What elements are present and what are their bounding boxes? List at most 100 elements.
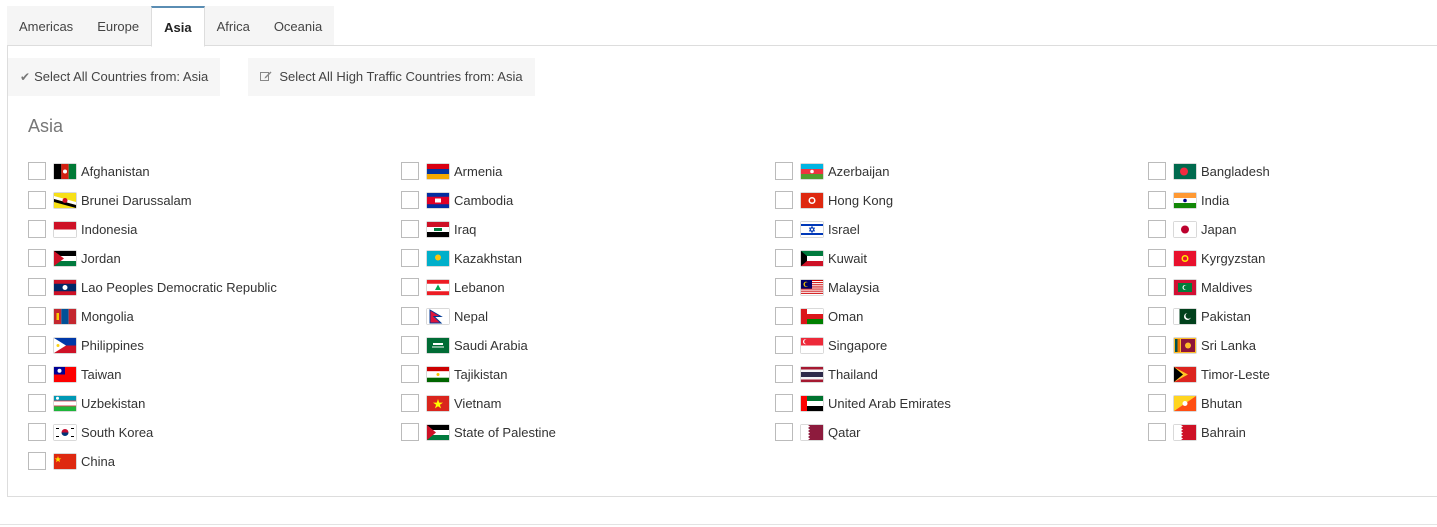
country-option[interactable]: Hong Kong xyxy=(775,190,893,210)
country-label: Saudi Arabia xyxy=(454,337,528,353)
country-checkbox[interactable] xyxy=(28,452,46,470)
country-option[interactable]: Bhutan xyxy=(1148,393,1242,413)
country-option[interactable]: Pakistan xyxy=(1148,306,1251,326)
country-checkbox[interactable] xyxy=(28,220,46,238)
country-checkbox[interactable] xyxy=(401,336,419,354)
footer-divider xyxy=(0,524,1437,525)
country-option[interactable]: Uzbekistan xyxy=(28,393,145,413)
country-option[interactable]: Maldives xyxy=(1148,277,1252,297)
country-option[interactable]: Thailand xyxy=(775,364,878,384)
country-checkbox[interactable] xyxy=(1148,220,1166,238)
country-checkbox[interactable] xyxy=(775,220,793,238)
country-checkbox[interactable] xyxy=(401,249,419,267)
country-checkbox[interactable] xyxy=(1148,336,1166,354)
country-option[interactable]: Vietnam xyxy=(401,393,501,413)
country-checkbox[interactable] xyxy=(775,278,793,296)
country-checkbox[interactable] xyxy=(1148,307,1166,325)
country-option[interactable]: Lebanon xyxy=(401,277,505,297)
country-checkbox[interactable] xyxy=(775,249,793,267)
country-label: Jordan xyxy=(81,250,121,266)
country-checkbox[interactable] xyxy=(1148,394,1166,412)
country-checkbox[interactable] xyxy=(28,336,46,354)
country-checkbox[interactable] xyxy=(775,365,793,383)
country-checkbox[interactable] xyxy=(401,278,419,296)
country-option[interactable]: Cambodia xyxy=(401,190,513,210)
country-checkbox[interactable] xyxy=(401,220,419,238)
country-checkbox[interactable] xyxy=(1148,162,1166,180)
country-option[interactable]: Timor-Leste xyxy=(1148,364,1270,384)
country-checkbox[interactable] xyxy=(28,278,46,296)
country-option[interactable]: Iraq xyxy=(401,219,476,239)
country-checkbox[interactable] xyxy=(401,191,419,209)
country-checkbox[interactable] xyxy=(775,394,793,412)
tab-americas[interactable]: Americas xyxy=(7,6,86,45)
country-checkbox[interactable] xyxy=(28,191,46,209)
select-all-countries-button[interactable]: ✔ Select All Countries from: Asia xyxy=(8,58,221,96)
country-option[interactable]: Indonesia xyxy=(28,219,137,239)
country-option[interactable]: Kyrgyzstan xyxy=(1148,248,1265,268)
country-option[interactable]: Mongolia xyxy=(28,306,134,326)
flag-my-icon xyxy=(801,279,823,295)
country-checkbox[interactable] xyxy=(1148,423,1166,441)
country-option[interactable]: Bangladesh xyxy=(1148,161,1270,181)
country-option[interactable]: Afghanistan xyxy=(28,161,150,181)
country-option[interactable]: Israel xyxy=(775,219,860,239)
country-checkbox[interactable] xyxy=(28,365,46,383)
country-option[interactable]: State of Palestine xyxy=(401,422,556,442)
country-label: Afghanistan xyxy=(81,163,150,179)
country-option[interactable]: United Arab Emirates xyxy=(775,393,951,413)
country-option[interactable]: Singapore xyxy=(775,335,887,355)
country-option[interactable]: Brunei Darussalam xyxy=(28,190,192,210)
country-checkbox[interactable] xyxy=(28,423,46,441)
country-checkbox[interactable] xyxy=(775,423,793,441)
tab-africa[interactable]: Africa xyxy=(204,6,262,45)
country-checkbox[interactable] xyxy=(28,162,46,180)
country-checkbox[interactable] xyxy=(401,307,419,325)
flag-ae-icon xyxy=(801,395,823,411)
country-option[interactable]: Jordan xyxy=(28,248,121,268)
country-checkbox[interactable] xyxy=(28,249,46,267)
country-checkbox[interactable] xyxy=(401,423,419,441)
country-checkbox[interactable] xyxy=(1148,249,1166,267)
country-checkbox[interactable] xyxy=(401,162,419,180)
country-checkbox[interactable] xyxy=(775,162,793,180)
country-option[interactable]: Bahrain xyxy=(1148,422,1246,442)
country-option[interactable]: Armenia xyxy=(401,161,502,181)
country-option[interactable]: Tajikistan xyxy=(401,364,507,384)
country-option[interactable]: Lao Peoples Democratic Republic xyxy=(28,277,277,297)
country-option[interactable]: India xyxy=(1148,190,1229,210)
country-option[interactable]: China xyxy=(28,451,115,471)
country-checkbox[interactable] xyxy=(401,394,419,412)
country-label: Hong Kong xyxy=(828,192,894,208)
country-label: State of Palestine xyxy=(454,424,556,440)
country-option[interactable]: Azerbaijan xyxy=(775,161,889,181)
tab-oceania[interactable]: Oceania xyxy=(261,6,335,45)
country-label: Oman xyxy=(828,308,864,324)
country-checkbox[interactable] xyxy=(775,191,793,209)
country-option[interactable]: Malaysia xyxy=(775,277,879,297)
country-option[interactable]: Nepal xyxy=(401,306,488,326)
tab-asia[interactable]: Asia xyxy=(151,6,205,47)
select-high-traffic-button[interactable]: Select All High Traffic Countries from: … xyxy=(248,58,535,96)
country-option[interactable]: Taiwan xyxy=(28,364,121,384)
country-checkbox[interactable] xyxy=(1148,191,1166,209)
country-checkbox[interactable] xyxy=(28,394,46,412)
country-option[interactable]: Saudi Arabia xyxy=(401,335,528,355)
flag-qa-icon xyxy=(801,424,823,440)
country-option[interactable]: Oman xyxy=(775,306,863,326)
country-option[interactable]: South Korea xyxy=(28,422,153,442)
country-checkbox[interactable] xyxy=(775,307,793,325)
country-option[interactable]: Kuwait xyxy=(775,248,867,268)
country-option[interactable]: Japan xyxy=(1148,219,1236,239)
country-checkbox[interactable] xyxy=(1148,278,1166,296)
flag-la-icon xyxy=(54,279,76,295)
country-checkbox[interactable] xyxy=(1148,365,1166,383)
country-checkbox[interactable] xyxy=(28,307,46,325)
country-option[interactable]: Kazakhstan xyxy=(401,248,522,268)
country-option[interactable]: Philippines xyxy=(28,335,144,355)
tab-europe[interactable]: Europe xyxy=(85,6,152,45)
country-checkbox[interactable] xyxy=(401,365,419,383)
country-checkbox[interactable] xyxy=(775,336,793,354)
country-option[interactable]: Sri Lanka xyxy=(1148,335,1256,355)
country-option[interactable]: Qatar xyxy=(775,422,861,442)
